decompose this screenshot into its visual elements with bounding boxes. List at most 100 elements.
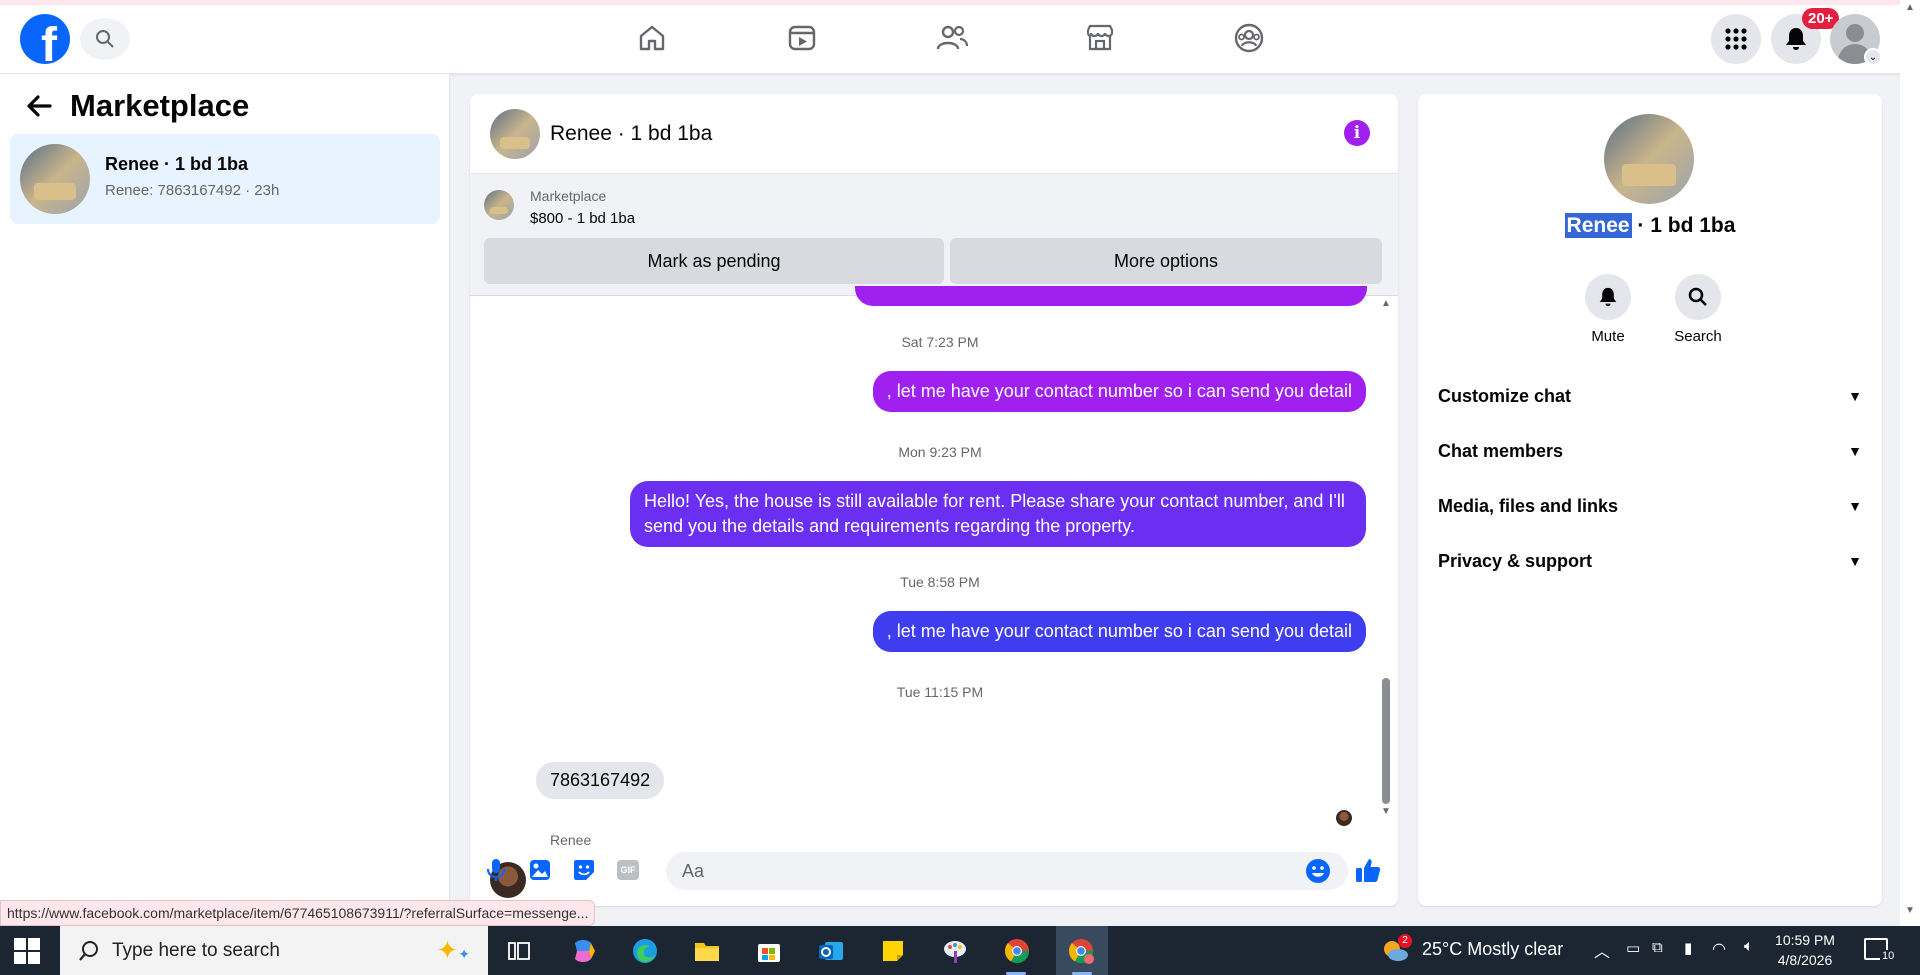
listing-price-title[interactable]: $800 - 1 bd 1ba [530,210,635,227]
microsoft-store-icon[interactable] [752,934,786,968]
outgoing-message[interactable]: , let me have your contact number so i c… [872,611,1366,652]
weather-badge: 2 [1398,934,1412,948]
scrollbar-thumb[interactable] [1382,678,1390,804]
chrome-icon[interactable] [1000,934,1034,968]
link-status-url: https://www.facebook.com/marketplace/ite… [0,900,596,926]
message-timestamp: Tue 8:58 PM [900,574,980,590]
taskbar-clock[interactable]: 10:59 PM 4/8/2026 [1760,930,1850,970]
sidebar-title: Marketplace [70,88,250,123]
chat-panel: Renee · 1 bd 1ba i Marketplace $800 - 1 … [470,94,1398,906]
windows-taskbar: Type here to search ✦✦ 2 25°C Mostly cle… [0,926,1920,975]
avatar-head [1846,24,1864,42]
weather-text[interactable]: 25°C Mostly clear [1422,939,1563,960]
chrome-profile-icon[interactable] [1064,934,1098,968]
chevron-up-icon[interactable]: ︿ [1594,938,1610,962]
top-navigation-bar: f 20+ ⌄ [0,0,1900,74]
outgoing-message[interactable]: Hello! Yes, the house is still available… [630,481,1366,547]
customize-chat-section[interactable]: Customize chat ▼ [1438,376,1862,416]
search-button[interactable] [80,18,130,60]
edge-browser-icon[interactable] [628,934,662,968]
nav-home[interactable] [632,18,672,58]
details-listing-photo[interactable] [1604,114,1694,204]
chat-title[interactable]: Renee · 1 bd 1ba [550,122,712,146]
camera-icon[interactable]: ▭ [1626,939,1640,957]
chevron-down-icon: ▼ [1848,553,1862,569]
chat-details-panel: Renee · 1 bd 1ba Mute Search Customize c… [1418,94,1882,906]
taskbar-search[interactable]: Type here to search ✦✦ [60,926,488,975]
sticker-icon[interactable] [570,856,598,884]
menu-grid-icon [1725,28,1747,50]
scroll-down-arrow[interactable]: ▼ [1381,806,1391,817]
clock-time: 10:59 PM [1775,932,1835,948]
info-icon[interactable]: i [1344,120,1370,146]
emoji-icon[interactable] [1304,857,1332,885]
outgoing-message[interactable]: , let me have your contact number so i c… [872,371,1366,412]
volume-icon[interactable]: 🔈︎ [1744,938,1754,956]
marketplace-icon [1086,24,1114,51]
image-icon[interactable] [526,856,554,884]
chevron-down-icon[interactable]: ⌄ [1864,48,1882,66]
incoming-message[interactable]: 7863167492 [536,762,665,799]
mute-button[interactable]: Mute [1568,274,1648,345]
wifi-icon[interactable]: ◠ [1712,939,1726,959]
menu-button[interactable] [1711,14,1761,64]
section-label: Media, files and links [1438,495,1619,516]
battery-icon[interactable]: ▮ [1684,939,1692,957]
outlook-icon[interactable] [814,934,848,968]
taskbar-search-placeholder: Type here to search [112,939,280,961]
section-label: Chat members [1438,440,1564,461]
search-circle[interactable] [1675,274,1721,320]
friends-icon [936,25,969,50]
page-scroll-up[interactable]: ▲ [1905,2,1915,13]
chat-listing-thumbnail[interactable] [490,109,540,159]
meet-now-icon[interactable]: ⧉ [1652,939,1663,956]
gif-icon[interactable]: GIF [614,856,642,884]
search-in-chat-button[interactable]: Search [1658,274,1738,345]
windows-start-button[interactable] [14,938,40,964]
chat-members-section[interactable]: Chat members ▼ [1438,431,1862,471]
sticky-notes-icon[interactable] [876,934,910,968]
back-arrow-icon[interactable] [26,92,52,126]
details-title: Renee · 1 bd 1ba [1418,213,1882,238]
microphone-icon[interactable] [482,856,510,884]
mute-circle[interactable] [1585,274,1631,320]
chevron-down-icon: ▼ [1848,443,1862,459]
nav-friends[interactable] [932,18,972,58]
home-icon [639,25,665,51]
page-scrollbar[interactable]: ▲ ▼ [1900,0,1920,926]
conversation-sidebar: Marketplace Renee · 1 bd 1ba Renee: 7863… [0,74,450,926]
thumbs-up-icon[interactable] [1354,856,1382,884]
top-accent-line [0,0,1900,5]
page-scroll-down[interactable]: ▼ [1905,905,1915,916]
chevron-down-icon: ▼ [1848,388,1862,404]
task-view-icon[interactable] [502,934,536,968]
more-options-button[interactable]: More options [950,238,1382,284]
conversation-name: Renee · 1 bd 1ba [105,154,249,174]
nav-marketplace[interactable] [1080,18,1120,58]
search-label: Search [1674,328,1722,345]
media-files-links-section[interactable]: Media, files and links ▼ [1438,486,1862,526]
message-thread: Sat 7:23 PM , let me have your contact n… [470,286,1398,898]
selected-name-text[interactable]: Renee [1564,213,1632,238]
message-timestamp: Mon 9:23 PM [898,444,982,460]
privacy-support-section[interactable]: Privacy & support ▼ [1438,541,1862,581]
nav-groups[interactable] [1229,18,1269,58]
bell-icon [1786,28,1806,50]
chat-scrollbar[interactable]: ▲ ▼ [1380,298,1392,820]
chat-header: Renee · 1 bd 1ba i [470,94,1398,174]
mark-as-pending-button[interactable]: Mark as pending [484,238,944,284]
facebook-logo[interactable]: f [20,14,70,64]
copilot-icon[interactable] [566,934,600,968]
listing-banner-thumbnail[interactable] [484,190,514,220]
mute-label: Mute [1591,328,1625,345]
conversation-item[interactable]: Renee · 1 bd 1ba Renee: 7863167492 · 23h [10,134,440,224]
section-label: Privacy & support [1438,550,1593,571]
message-input[interactable] [666,852,1348,890]
paint-icon[interactable] [938,934,972,968]
scroll-up-arrow[interactable]: ▲ [1381,298,1391,309]
details-title-rest: · 1 bd 1ba [1631,214,1736,237]
file-explorer-icon[interactable] [690,934,724,968]
nav-video[interactable] [782,18,822,58]
listing-banner: Marketplace $800 - 1 bd 1ba Mark as pend… [470,174,1398,296]
search-icon [79,940,98,961]
